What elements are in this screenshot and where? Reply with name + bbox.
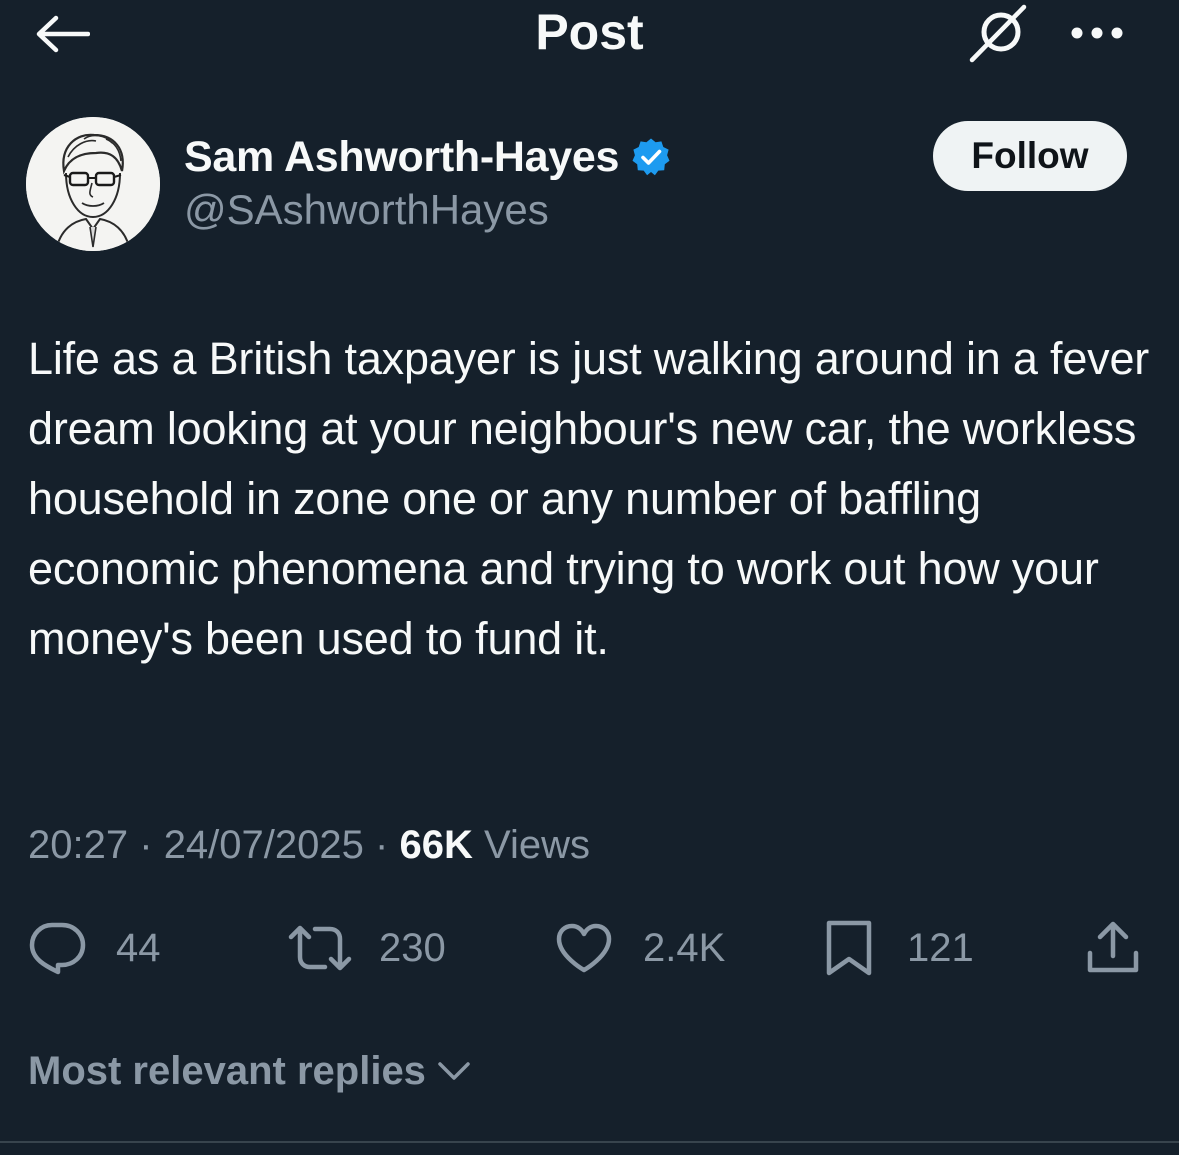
repost-icon (288, 925, 352, 971)
like-button[interactable]: 2.4K (555, 918, 725, 978)
replies-sort-button[interactable]: Most relevant replies (28, 1043, 474, 1099)
repost-button[interactable]: 230 (287, 918, 446, 978)
chevron-down-icon (438, 1062, 470, 1080)
post-text: Life as a British taxpayer is just walki… (28, 333, 1150, 664)
meta-separator: · (139, 823, 153, 867)
like-count: 2.4K (643, 925, 726, 970)
more-horizontal-icon (1071, 27, 1123, 39)
post-meta: 20:27 · 24/07/2025 · 66K Views (28, 820, 590, 870)
share-button[interactable] (1086, 918, 1140, 978)
top-bar: Post (0, 0, 1179, 70)
reply-icon (29, 922, 86, 975)
verified-badge-icon (632, 138, 670, 176)
meta-separator: · (375, 823, 389, 867)
post-time[interactable]: 20:27 (28, 823, 128, 867)
author-name[interactable]: Sam Ashworth-Hayes (184, 133, 619, 182)
replies-sort-label: Most relevant replies (28, 1048, 426, 1093)
caricature-avatar-icon (26, 117, 160, 251)
share-icon (1087, 921, 1139, 973)
divider (0, 1141, 1179, 1143)
grok-icon (969, 4, 1027, 63)
post-date[interactable]: 24/07/2025 (164, 823, 364, 867)
reply-count: 44 (116, 925, 161, 970)
bookmark-count: 121 (907, 925, 974, 970)
repost-count: 230 (379, 925, 446, 970)
reply-button[interactable]: 44 (28, 918, 161, 978)
more-options-button[interactable] (1062, 8, 1132, 58)
views-label: Views (483, 823, 590, 867)
author-handle[interactable]: @SAshworthHayes (184, 186, 549, 234)
follow-button[interactable]: Follow (933, 121, 1127, 191)
avatar[interactable] (26, 117, 160, 251)
bookmark-icon (826, 920, 872, 976)
grok-button[interactable] (962, 0, 1034, 66)
author-name-row: Sam Ashworth-Hayes (184, 130, 671, 184)
heart-icon (556, 923, 612, 973)
bookmark-button[interactable]: 121 (825, 918, 974, 978)
views-count: 66K (399, 823, 473, 867)
